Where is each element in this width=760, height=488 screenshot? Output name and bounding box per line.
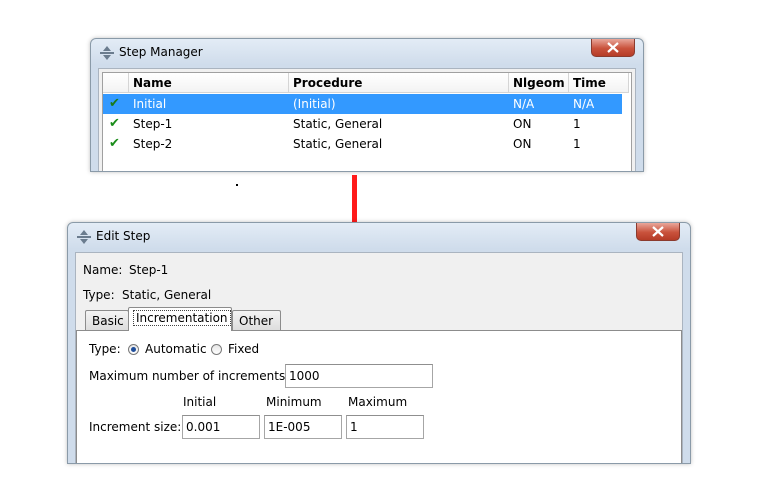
steps-table: Name Procedure Nlgeom Time ✔ Initial (In… <box>102 72 632 171</box>
column-header-name[interactable]: Name <box>129 73 289 93</box>
checkmark-icon: ✔ <box>109 136 120 151</box>
cell-name: Step-1 <box>133 117 173 131</box>
cell-procedure: Static, General <box>293 117 383 131</box>
column-header-nlgeom[interactable]: Nlgeom <box>509 73 569 93</box>
tab-incrementation-label: Incrementation <box>133 310 231 326</box>
cell-nlgeom: ON <box>513 137 532 151</box>
cell-time: N/A <box>573 97 595 111</box>
column-header-time[interactable]: Time <box>569 73 629 93</box>
cell-name: Step-2 <box>133 137 173 151</box>
checkmark-icon: ✔ <box>109 116 120 131</box>
name-label: Name: <box>83 263 123 277</box>
radio-automatic[interactable] <box>128 344 139 355</box>
cell-nlgeom: N/A <box>513 97 535 111</box>
cell-procedure: Static, General <box>293 137 383 151</box>
edit-step-titlebar[interactable]: Edit Step <box>68 223 690 251</box>
tab-incrementation[interactable]: Incrementation <box>128 307 232 331</box>
table-row[interactable]: ✔ Initial (Initial) N/A N/A <box>103 94 622 114</box>
table-row[interactable]: ✔ Step-2 Static, General ON 1 <box>103 134 631 154</box>
header-maximum: Maximum <box>348 395 408 409</box>
step-manager-titlebar[interactable]: Step Manager <box>91 39 643 67</box>
cell-procedure: (Initial) <box>293 97 336 111</box>
step-manager-title: Step Manager <box>119 45 203 59</box>
table-row[interactable]: ✔ Step-1 Static, General ON 1 <box>103 114 631 134</box>
header-minimum: Minimum <box>266 395 322 409</box>
radio-automatic-label[interactable]: Automatic <box>145 342 207 356</box>
close-icon <box>607 42 619 53</box>
incrementation-panel: Type: Automatic Fixed Maximum number of … <box>76 330 682 463</box>
tab-other[interactable]: Other <box>232 310 281 331</box>
cell-time: 1 <box>573 117 581 131</box>
close-icon <box>652 226 664 237</box>
step-manager-client: Name Procedure Nlgeom Time ✔ Initial (In… <box>98 68 636 171</box>
tab-basic[interactable]: Basic <box>85 310 129 331</box>
max-increments-field[interactable]: 1000 <box>285 364 433 388</box>
radio-fixed-label[interactable]: Fixed <box>228 342 259 356</box>
close-button[interactable] <box>636 223 680 241</box>
type-value: Static, General <box>122 288 212 302</box>
edit-step-title: Edit Step <box>96 229 151 243</box>
column-header-check <box>103 73 129 93</box>
window-icon <box>77 230 91 244</box>
cell-nlgeom: ON <box>513 117 532 131</box>
step-manager-window: Step Manager Name Procedure Nlgeom Time … <box>90 38 644 172</box>
name-value: Step-1 <box>129 263 169 277</box>
header-initial: Initial <box>183 395 217 409</box>
type-label: Type: <box>83 288 115 302</box>
cell-name: Initial <box>133 97 167 111</box>
close-button[interactable] <box>591 39 635 57</box>
window-icon <box>100 46 114 60</box>
maximum-increment-field[interactable]: 1 <box>346 415 424 439</box>
edit-step-window: Edit Step Name: Step-1 Type: Static, Gen… <box>67 222 691 464</box>
max-increments-label: Maximum number of increments: <box>89 369 290 383</box>
radio-fixed[interactable] <box>211 344 222 355</box>
initial-increment-field[interactable]: 0.001 <box>182 415 260 439</box>
cell-time: 1 <box>573 137 581 151</box>
stray-dot <box>236 184 238 186</box>
increment-size-label: Increment size: <box>89 420 182 434</box>
column-header-procedure[interactable]: Procedure <box>289 73 509 93</box>
radio-selected-dot <box>131 347 136 352</box>
minimum-increment-field[interactable]: 1E-005 <box>264 415 342 439</box>
incr-type-label: Type: <box>89 342 121 356</box>
checkmark-icon: ✔ <box>109 96 120 111</box>
